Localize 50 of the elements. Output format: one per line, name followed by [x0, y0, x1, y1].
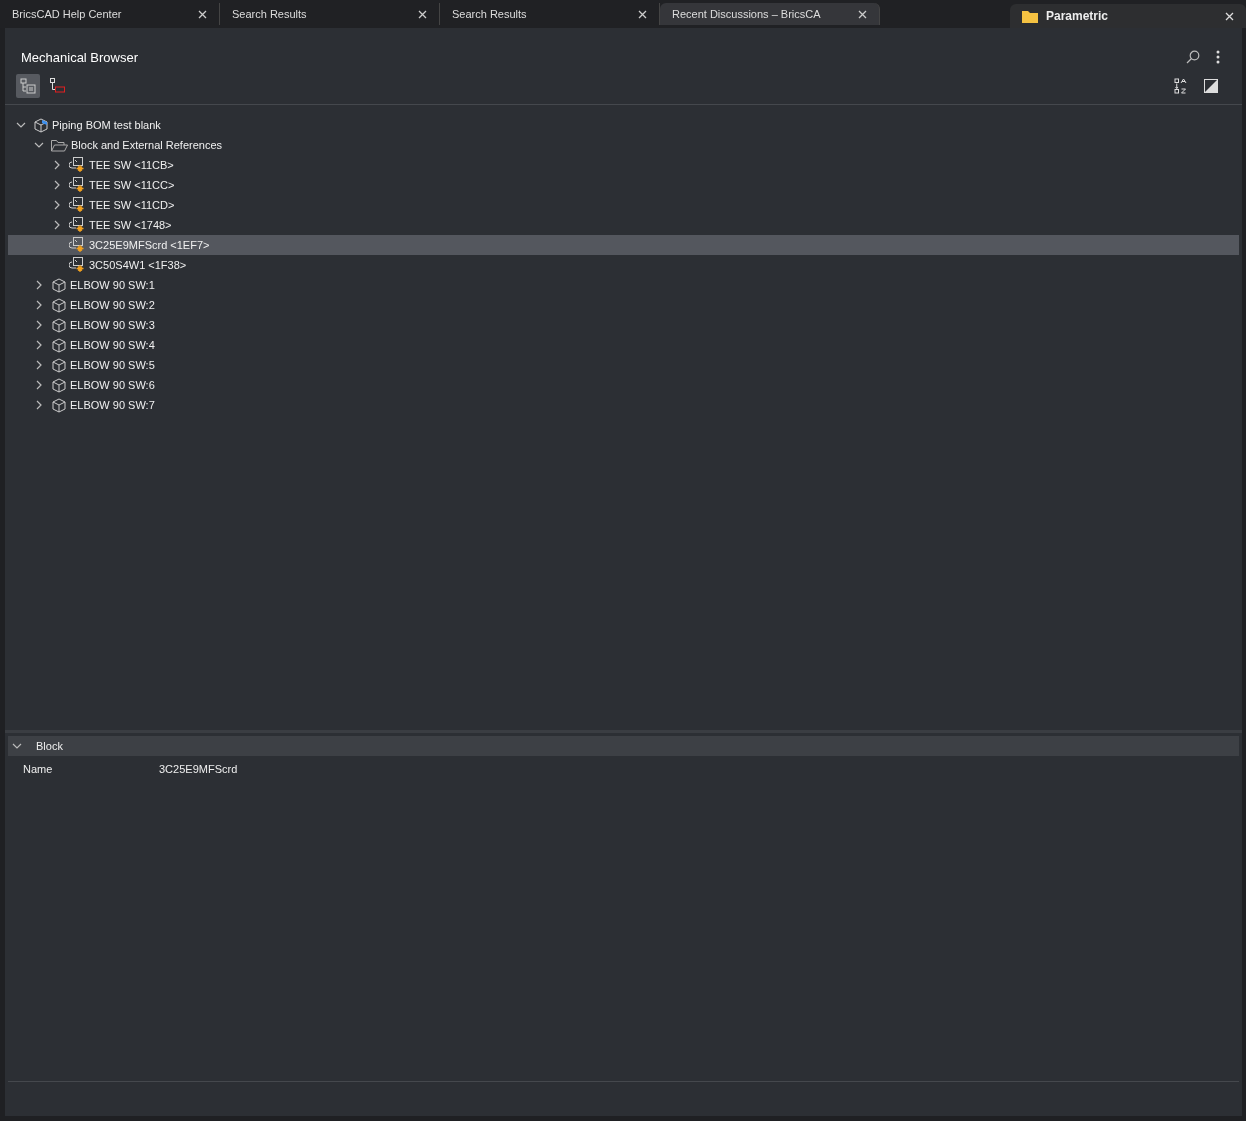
cube-icon: [51, 277, 67, 293]
browser-tab[interactable]: BricsCAD Help Center: [0, 3, 220, 25]
tree-item[interactable]: ELBOW 90 SW:3: [8, 315, 1239, 335]
tree-item[interactable]: ELBOW 90 SW:5: [8, 355, 1239, 375]
tree-item[interactable]: ELBOW 90 SW:1: [8, 275, 1239, 295]
property-name: Name: [23, 763, 54, 775]
property-value: 3C25E9MFScrd: [159, 763, 238, 775]
tree-item[interactable]: ELBOW 90 SW:4: [8, 335, 1239, 355]
section-header[interactable]: Block: [8, 736, 1239, 756]
block-icon: [69, 157, 86, 173]
tree-item[interactable]: TEE SW <11CC>: [8, 175, 1239, 195]
search-icon[interactable]: [1186, 50, 1200, 64]
cube-icon: [51, 297, 67, 313]
contrast-icon[interactable]: [1204, 79, 1218, 93]
tree-item[interactable]: TEE SW <1748>: [8, 215, 1239, 235]
cube-icon: [51, 357, 67, 373]
cube-icon: [51, 337, 67, 353]
tree-item[interactable]: 3C50S4W1 <1F38>: [8, 255, 1239, 275]
tree-item[interactable]: Piping BOM test blank: [8, 115, 1239, 135]
block-icon: [69, 197, 86, 213]
cube-icon: [51, 377, 67, 393]
block-icon: [69, 237, 86, 253]
tree-item[interactable]: ELBOW 90 SW:2: [8, 295, 1239, 315]
tree-item[interactable]: TEE SW <11CB>: [8, 155, 1239, 175]
close-icon[interactable]: [638, 9, 647, 19]
block-icon: [69, 217, 86, 233]
sort-icon[interactable]: [1174, 78, 1188, 94]
close-icon[interactable]: [198, 9, 207, 19]
more-icon[interactable]: [1216, 50, 1220, 64]
folder-icon: [51, 138, 68, 152]
panel-title: Mechanical Browser: [21, 49, 140, 65]
close-icon[interactable]: [858, 9, 867, 19]
tree-view-button[interactable]: [16, 74, 40, 98]
folder-icon: [1022, 9, 1038, 23]
close-icon[interactable]: [418, 9, 427, 19]
cube-icon: [51, 397, 67, 413]
side-panel-header: Parametric: [1010, 4, 1246, 28]
cube-icon: [51, 317, 67, 333]
tree-item[interactable]: ELBOW 90 SW:7: [8, 395, 1239, 415]
close-icon[interactable]: [1225, 11, 1234, 21]
tree-item[interactable]: 3C25E9MFScrd <1EF7>: [8, 235, 1239, 255]
block-icon: [69, 257, 86, 273]
chevron-down-icon[interactable]: [12, 741, 22, 751]
block-icon: [69, 177, 86, 193]
browser-tab[interactable]: Search Results: [220, 3, 440, 25]
tree-item[interactable]: ELBOW 90 SW:6: [8, 375, 1239, 395]
tree-item[interactable]: TEE SW <11CD>: [8, 195, 1239, 215]
tree-item[interactable]: Block and External References: [8, 135, 1239, 155]
browser-tab[interactable]: Recent Discussions – BricsCA: [660, 3, 880, 25]
cube-icon: [33, 117, 49, 133]
